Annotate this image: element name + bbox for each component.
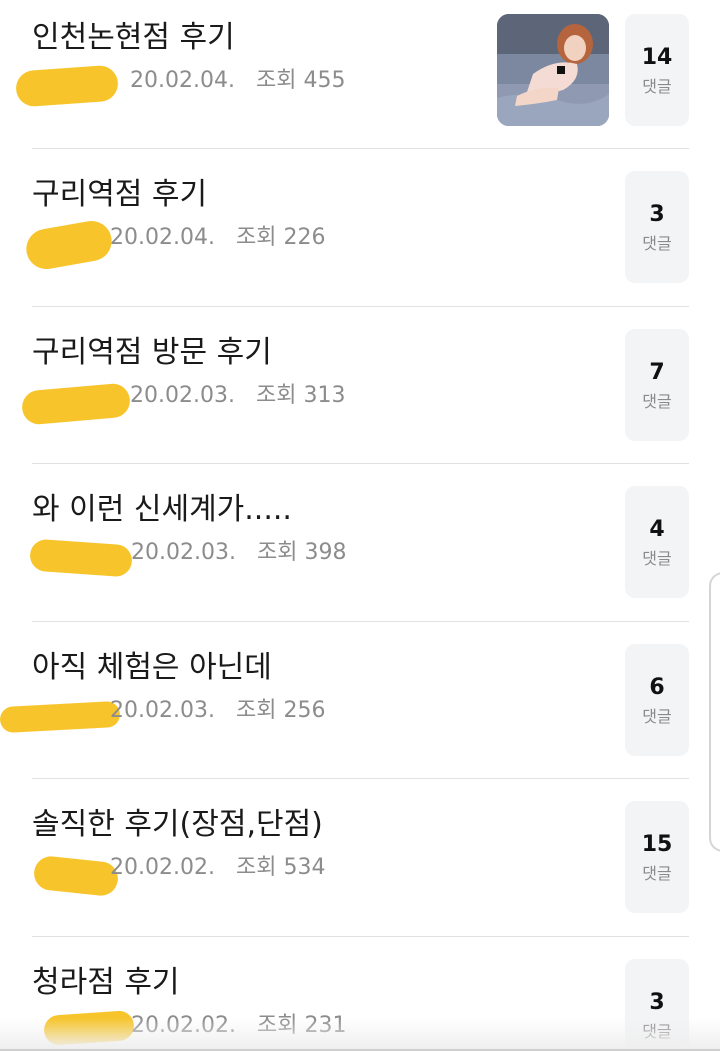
comment-label: 댓글	[642, 77, 672, 96]
comment-count: 6	[649, 675, 665, 700]
views-label: 조회	[235, 698, 277, 723]
post-meta: 20.02.03. 조회 313	[130, 381, 345, 411]
redacted-author	[0, 700, 121, 734]
post-date: 20.02.03.	[131, 540, 236, 565]
post-meta: 20.02.03. 조회 398	[131, 538, 346, 568]
post-title[interactable]: 인천논현점 후기	[32, 18, 235, 58]
view-count: 534	[283, 855, 326, 880]
post-date: 20.02.03.	[110, 698, 215, 723]
views-label: 조회	[235, 855, 277, 880]
view-count: 398	[304, 540, 347, 565]
post-meta: 20.02.04. 조회 226	[110, 223, 325, 253]
redacted-author	[14, 64, 120, 108]
views-label: 조회	[235, 225, 277, 250]
comment-count-box[interactable]: 4 댓글	[625, 486, 689, 598]
comment-label: 댓글	[642, 392, 672, 411]
post-title[interactable]: 솔직한 후기(장점,단점)	[32, 805, 323, 845]
comment-count-box[interactable]: 6 댓글	[625, 644, 689, 756]
views-label: 조회	[256, 540, 298, 565]
comment-label: 댓글	[642, 707, 672, 726]
views-label: 조회	[255, 383, 297, 408]
post-title[interactable]: 와 이런 신세계가.....	[32, 490, 292, 530]
comment-label: 댓글	[642, 864, 672, 883]
redacted-author	[29, 538, 133, 578]
post-title[interactable]: 아직 체험은 아닌데	[32, 648, 272, 688]
post-item[interactable]: 구리역점 방문 후기 20.02.03. 조회 313 7 댓글	[0, 315, 720, 472]
post-date: 20.02.02.	[110, 855, 215, 880]
comment-count: 3	[649, 990, 665, 1015]
divider	[32, 306, 689, 307]
post-meta: 20.02.02. 조회 534	[110, 853, 325, 883]
comment-count: 7	[649, 360, 665, 385]
divider	[32, 936, 689, 937]
comment-count: 4	[649, 517, 665, 542]
comment-count: 14	[641, 45, 673, 70]
divider	[32, 148, 689, 149]
view-count: 455	[303, 68, 346, 93]
redacted-author	[20, 382, 132, 426]
views-label: 조회	[255, 68, 297, 93]
view-count: 226	[283, 225, 326, 250]
comment-count-box[interactable]: 7 댓글	[625, 329, 689, 441]
comment-count-box[interactable]: 14 댓글	[625, 14, 689, 126]
thumbnail-image	[497, 14, 609, 126]
post-date: 20.02.03.	[130, 383, 235, 408]
redacted-author	[23, 217, 115, 273]
post-title[interactable]: 청라점 후기	[32, 963, 180, 1003]
redacted-author	[32, 854, 120, 898]
post-item[interactable]: 아직 체험은 아닌데 20.02.03. 조회 256 6 댓글	[0, 630, 720, 787]
view-count: 256	[283, 698, 326, 723]
post-date: 20.02.04.	[110, 225, 215, 250]
comment-count-box[interactable]: 15 댓글	[625, 801, 689, 913]
post-meta: 20.02.04. 조회 455	[130, 66, 345, 96]
post-list: 인천논현점 후기 20.02.04. 조회 455 14 댓글 구리역점 후기 …	[0, 0, 720, 1051]
post-date: 20.02.04.	[130, 68, 235, 93]
post-item[interactable]: 인천논현점 후기 20.02.04. 조회 455 14 댓글	[0, 0, 720, 157]
post-title[interactable]: 구리역점 후기	[32, 175, 207, 215]
divider	[32, 778, 689, 779]
comment-count: 15	[641, 832, 673, 857]
post-title[interactable]: 구리역점 방문 후기	[32, 333, 272, 373]
post-item[interactable]: 솔직한 후기(장점,단점) 20.02.02. 조회 534 15 댓글	[0, 787, 720, 944]
comment-label: 댓글	[642, 549, 672, 568]
bottom-edge-shadow	[0, 1018, 720, 1051]
comment-count: 3	[649, 202, 665, 227]
comment-count-box[interactable]: 3 댓글	[625, 171, 689, 283]
divider	[32, 463, 689, 464]
post-thumbnail[interactable]	[497, 14, 609, 126]
view-count: 313	[303, 383, 346, 408]
post-item[interactable]: 와 이런 신세계가..... 20.02.03. 조회 398 4 댓글	[0, 472, 720, 629]
scrollbar-handle[interactable]	[709, 572, 720, 852]
comment-label: 댓글	[642, 234, 672, 253]
post-item[interactable]: 구리역점 후기 20.02.04. 조회 226 3 댓글	[0, 157, 720, 314]
divider	[32, 621, 689, 622]
post-meta: 20.02.03. 조회 256	[110, 696, 325, 726]
